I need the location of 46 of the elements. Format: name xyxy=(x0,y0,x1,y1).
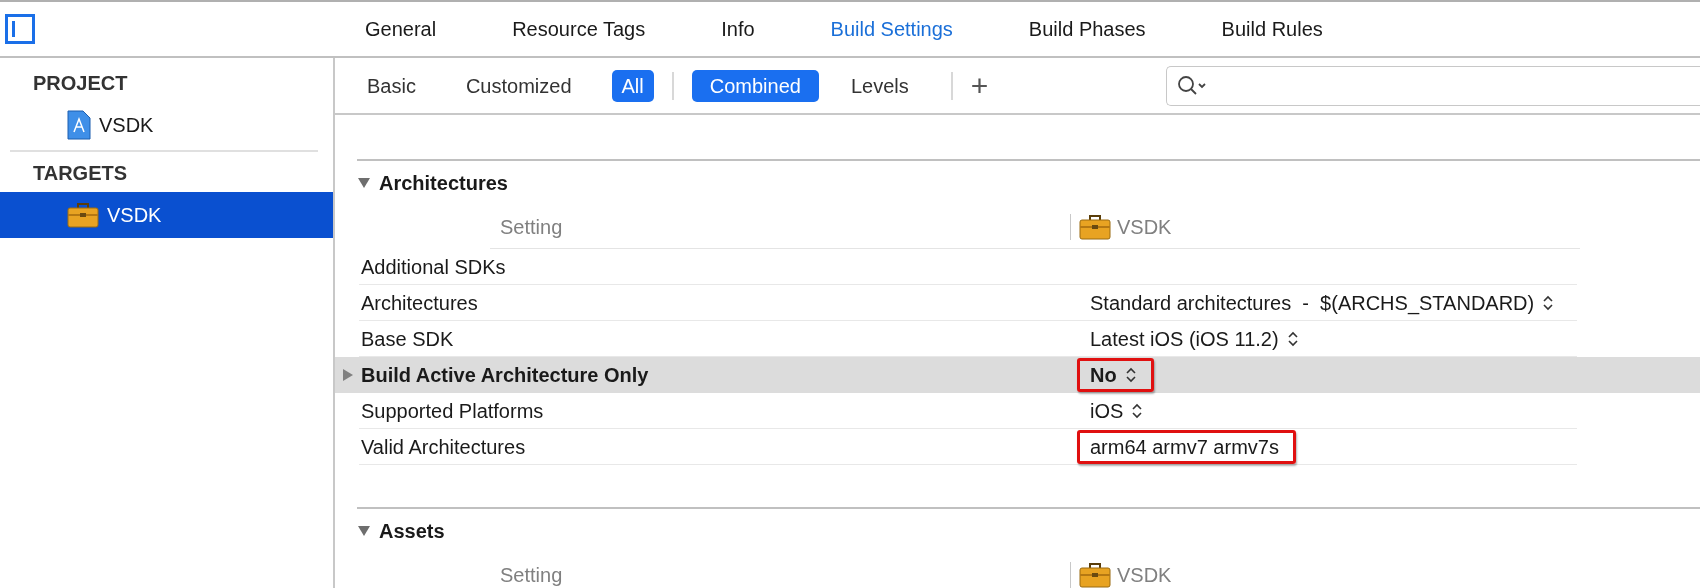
scope-filter[interactable]: All xyxy=(611,69,654,102)
sidebar-heading: PROJECT xyxy=(33,71,128,96)
toolbox-icon xyxy=(1079,213,1111,240)
section-title: Assets xyxy=(379,519,445,544)
setting-value[interactable]: Standard architectures - $(ARCHS_STANDARD) xyxy=(1090,287,1535,318)
tab[interactable]: Info xyxy=(721,14,755,44)
popup-chevron-icon[interactable] xyxy=(1124,366,1137,384)
disclosure-triangle-down-icon[interactable] xyxy=(357,524,371,538)
scope-filter[interactable]: Customized xyxy=(455,69,582,102)
tab[interactable]: Build Rules xyxy=(1221,14,1323,44)
sidebar-heading: TARGETS xyxy=(33,161,128,186)
column-header: VSDK xyxy=(1117,562,1172,588)
toolbox-icon xyxy=(67,202,99,228)
sidebar-toggle-icon[interactable] xyxy=(5,14,35,44)
setting-row[interactable]: Build Active Architecture Only No xyxy=(335,357,1700,393)
column-header: Setting xyxy=(499,562,564,588)
setting-name: Base SDK xyxy=(361,326,454,352)
project-file-icon xyxy=(67,110,91,140)
sidebar-item[interactable]: VSDK xyxy=(0,102,333,148)
tab[interactable]: General xyxy=(365,14,437,44)
disclosure-triangle-down-icon[interactable] xyxy=(357,176,371,190)
tab[interactable]: Build Phases xyxy=(1028,14,1146,44)
popup-chevron-icon[interactable] xyxy=(1131,401,1144,420)
disclosure-triangle-right-icon[interactable] xyxy=(341,368,355,382)
setting-name: Build Active Architecture Only xyxy=(361,363,649,388)
search-field[interactable] xyxy=(1166,65,1700,106)
tab[interactable]: Resource Tags xyxy=(512,14,646,44)
view-filter[interactable]: Combined xyxy=(691,69,819,102)
add-button[interactable]: + xyxy=(962,70,997,101)
setting-name: Architectures xyxy=(361,290,478,316)
section-title: Architectures xyxy=(379,171,508,196)
popup-chevron-icon[interactable] xyxy=(1286,329,1299,348)
column-header: Setting xyxy=(499,214,564,240)
view-filter[interactable]: Levels xyxy=(832,69,927,102)
tab[interactable]: Build Settings xyxy=(830,14,953,44)
sidebar-item[interactable]: VSDK xyxy=(0,192,333,238)
toolbox-icon xyxy=(1079,561,1111,588)
search-icon[interactable] xyxy=(1177,74,1208,97)
setting-name: Supported Platforms xyxy=(361,398,544,424)
popup-chevron-icon[interactable] xyxy=(1542,293,1555,312)
setting-value[interactable]: Latest iOS (iOS 11.2) xyxy=(1090,323,1279,354)
scope-filter[interactable]: Basic xyxy=(357,69,426,102)
column-header: VSDK xyxy=(1117,214,1172,240)
setting-value[interactable]: iOS xyxy=(1090,395,1124,426)
setting-name: Valid Architectures xyxy=(361,434,526,460)
setting-name: Additional SDKs xyxy=(361,254,506,280)
